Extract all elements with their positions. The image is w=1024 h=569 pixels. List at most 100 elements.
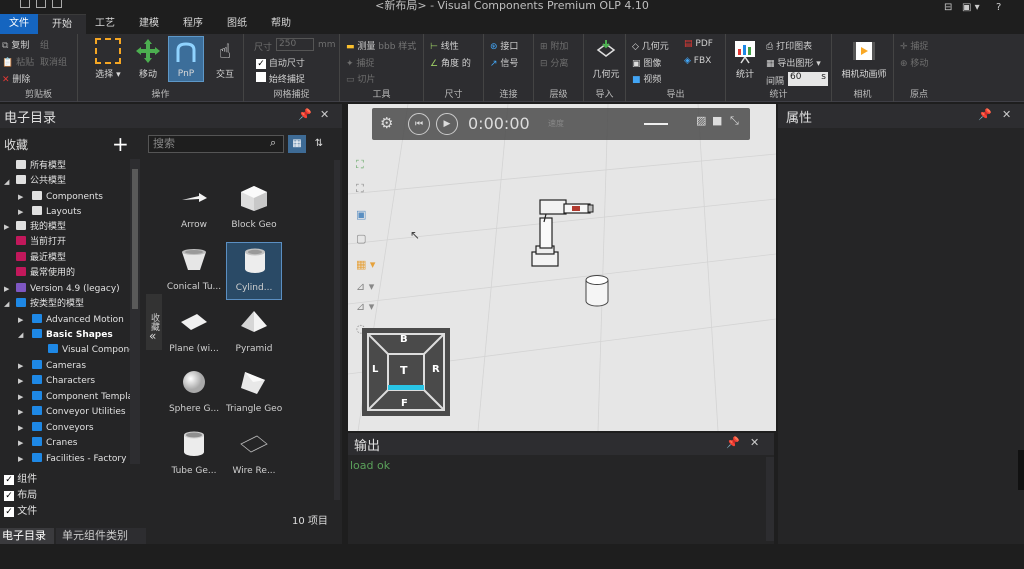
tree-item-advanced-motion[interactable]: Advanced Motion <box>32 313 124 328</box>
auto-size-checkbox[interactable]: ✓ 自动尺寸 <box>256 56 305 69</box>
tile-cylinder[interactable]: Cylind... <box>226 242 282 300</box>
tree-scrollbar-thumb[interactable] <box>132 169 138 309</box>
collapse-arrow-icon[interactable]: ◢ <box>4 300 9 308</box>
export-pdf-button[interactable]: ▤ PDF <box>684 39 713 49</box>
rewind-icon[interactable]: ⏮ <box>408 113 430 135</box>
tile-block-geo[interactable]: Block Geo <box>226 180 282 238</box>
origin-snap-button[interactable]: ✛ 捕捉 <box>900 39 928 52</box>
grid-view-icon[interactable]: ▦ <box>288 135 306 153</box>
fit-view-icon[interactable]: ⛶ <box>356 158 364 172</box>
tree-item-facilities[interactable]: Facilities - Factory <box>32 452 126 467</box>
cut-button[interactable]: ▭ 切片 <box>346 72 375 85</box>
import-geometry-button[interactable]: 几何元 <box>588 38 624 80</box>
tile-tube-geo[interactable]: Tube Ge... <box>166 426 222 484</box>
tree-item-layouts[interactable]: Layouts <box>32 205 81 220</box>
menu-drawing[interactable]: 图纸 <box>218 16 256 32</box>
delete-button[interactable]: ✕ 删除 <box>2 72 30 85</box>
tree-item-characters[interactable]: Characters <box>32 374 95 389</box>
tree-item-models-by-type[interactable]: 按类型的模型 <box>16 297 84 312</box>
menu-start[interactable]: 开始 <box>38 14 86 34</box>
close-icon[interactable]: ✕ <box>750 436 759 449</box>
tree-item-component-templates[interactable]: Component Templates <box>32 390 140 405</box>
view-mode-icon[interactable]: ▣ <box>356 208 366 221</box>
export-chart-button[interactable]: ▦ 导出图形 ▾ <box>766 56 821 69</box>
layout-icon[interactable]: ▣ ▾ <box>962 2 980 13</box>
view-cube-right[interactable]: R <box>432 364 440 375</box>
filter-files-checkbox[interactable]: ✓ 文件 <box>4 502 37 517</box>
group-button[interactable]: 组 <box>40 38 49 51</box>
tree-item-conveyors[interactable]: Conveyors <box>32 421 94 436</box>
speed-slider[interactable] <box>644 123 668 125</box>
snap-icon[interactable]: ⊿ ▾ <box>356 300 374 313</box>
tile-arrow[interactable]: Arrow <box>166 180 222 238</box>
tab-component-categories[interactable]: 单元组件类别 <box>56 528 146 544</box>
3d-viewport[interactable]: ⚙ ⏮ ▶ 0:00:00 速度 ▨ ■ ⤡ ⛶ ⛶ ▣ ▢ ▦ ▾ ⊿ ▾ ⊿… <box>348 104 776 431</box>
cylinder-model[interactable] <box>584 274 610 308</box>
expand-arrow-icon[interactable]: ▶ <box>18 408 23 416</box>
pin-icon[interactable]: 📌 <box>978 108 992 121</box>
close-icon[interactable]: ✕ <box>1002 108 1011 121</box>
play-icon[interactable]: ▶ <box>436 113 458 135</box>
ungroup-button[interactable]: 取消组 <box>40 55 67 68</box>
export-image-button[interactable]: ▣ 图像 <box>632 56 661 69</box>
tile-wire-rectangle[interactable]: Wire Re... <box>226 426 282 484</box>
collapse-arrow-icon[interactable]: ◢ <box>18 331 23 339</box>
expand-arrow-icon[interactable]: ▶ <box>18 316 23 324</box>
export-geometry-button[interactable]: ◇ 几何元 <box>632 39 669 52</box>
connection-icon[interactable]: ⤡ <box>730 114 739 128</box>
tree-item-currently-open[interactable]: 当前打开 <box>16 235 66 250</box>
export-video-button[interactable]: ■ 视频 <box>632 72 661 85</box>
tree-item-public-models[interactable]: 公共模型 <box>16 174 66 189</box>
render-mode-icon[interactable]: ▦ ▾ <box>356 258 375 271</box>
view-cube-back[interactable]: B <box>400 334 408 345</box>
move-button[interactable]: 移动 <box>130 38 166 80</box>
minimize-ribbon-icon[interactable]: ⊟ <box>944 2 952 13</box>
tab-catalog[interactable]: 电子目录 <box>0 528 54 544</box>
pnp-button[interactable]: PnP <box>168 36 204 82</box>
view-cube-front[interactable]: F <box>401 398 408 409</box>
axis-icon[interactable]: ⊿ ▾ <box>356 280 374 293</box>
add-icon[interactable]: + <box>112 132 129 156</box>
expand-arrow-icon[interactable]: ▶ <box>18 208 23 216</box>
view-cube[interactable]: B T L R F <box>362 328 450 416</box>
tree-item-visual-components[interactable]: Visual Components <box>48 343 140 358</box>
view-cube-top[interactable]: T <box>400 364 408 377</box>
tree-item-components[interactable]: Components <box>32 190 103 205</box>
filter-components-checkbox[interactable]: ✓ 组件 <box>4 470 37 485</box>
properties-scroll-handle[interactable] <box>1018 450 1024 490</box>
view-cube-left[interactable]: L <box>372 364 378 375</box>
help-icon[interactable]: ? <box>996 2 1001 13</box>
paste-button[interactable]: 📋 粘贴 <box>2 55 34 68</box>
export-fbx-button[interactable]: ◈ FBX <box>684 56 711 66</box>
pin-icon[interactable]: 📌 <box>298 108 312 121</box>
projection-icon[interactable]: ▢ <box>356 232 366 245</box>
collapse-panel-icon[interactable]: « <box>149 329 156 343</box>
signal-button[interactable]: ↗ 信号 <box>490 56 518 69</box>
expand-arrow-icon[interactable]: ▶ <box>4 285 9 293</box>
close-icon[interactable]: ✕ <box>320 108 329 121</box>
settings-gear-icon[interactable]: ⚙ <box>380 114 393 132</box>
expand-arrow-icon[interactable]: ▶ <box>18 393 23 401</box>
tree-item-legacy-version[interactable]: Version 4.9 (legacy) <box>16 282 120 297</box>
output-scrollbar[interactable] <box>766 457 774 541</box>
expand-arrow-icon[interactable]: ▶ <box>18 377 23 385</box>
interval-input[interactable]: 60 s <box>788 72 828 86</box>
linear-button[interactable]: ⊢ 线性 <box>430 39 459 52</box>
camera-animator-button[interactable]: 相机动画师 <box>836 38 892 80</box>
stats-button[interactable]: 统计 <box>728 38 762 80</box>
grid-size-input[interactable]: 250 <box>276 38 314 51</box>
select-button[interactable]: 选择 ▾ <box>90 38 126 80</box>
tile-conical-tube[interactable]: Conical Tu... <box>166 242 222 300</box>
detach-button[interactable]: ⊟ 分离 <box>540 56 568 69</box>
tree-item-cranes[interactable]: Cranes <box>32 436 77 451</box>
attach-button[interactable]: ⊞ 附加 <box>540 39 568 52</box>
tree-item-recent-models[interactable]: 最近模型 <box>16 251 66 266</box>
tree-item-all-models[interactable]: 所有模型 <box>16 159 66 174</box>
menu-help[interactable]: 帮助 <box>262 16 300 32</box>
tree-scrollbar[interactable] <box>130 159 140 464</box>
expand-arrow-icon[interactable]: ▶ <box>18 362 23 370</box>
origin-move-button[interactable]: ⊕ 移动 <box>900 56 928 69</box>
menu-modeling[interactable]: 建模 <box>130 16 168 32</box>
robot-model[interactable] <box>530 198 594 274</box>
expand-arrow-icon[interactable]: ▶ <box>18 193 23 201</box>
